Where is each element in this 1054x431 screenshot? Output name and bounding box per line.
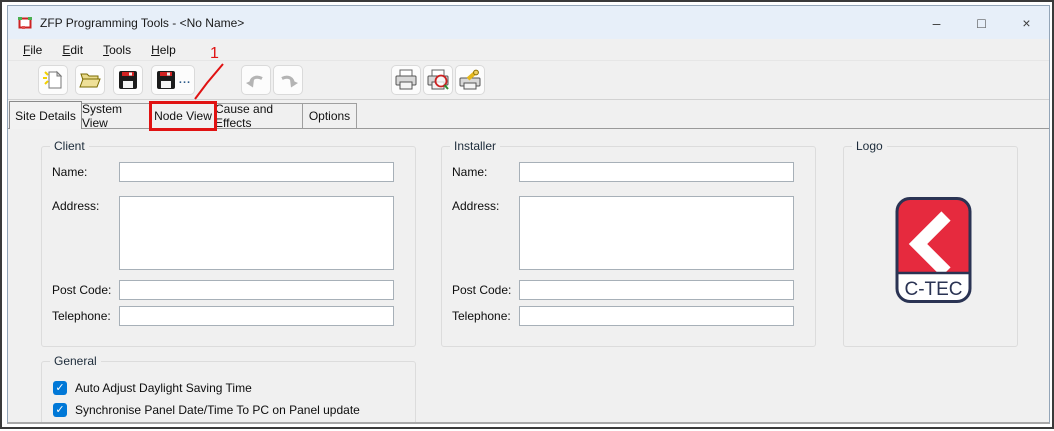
general-group-title: General (50, 354, 101, 368)
installer-name-label: Name: (452, 165, 487, 179)
dst-checkbox-row: ✓ Auto Adjust Daylight Saving Time (53, 381, 252, 395)
logo-group: Logo C-TEC (843, 146, 1018, 347)
installer-group-title: Installer (450, 139, 500, 153)
client-group: Client Name: Address: Post Code: Telepho… (41, 146, 416, 347)
window-title: ZFP Programming Tools - <No Name> (40, 16, 244, 30)
print-button[interactable] (391, 65, 421, 95)
open-button[interactable] (75, 65, 105, 95)
print-setup-button[interactable] (455, 65, 485, 95)
tab-node-view[interactable]: Node View (151, 103, 215, 128)
tab-node-view-label: Node View (154, 109, 212, 123)
tab-cause-and-effects[interactable]: Cause and Effects (214, 103, 303, 128)
maximize-button[interactable]: □ (959, 6, 1004, 39)
client-group-title: Client (50, 139, 89, 153)
client-postcode-input[interactable] (119, 280, 394, 300)
client-address-label: Address: (52, 199, 99, 213)
installer-postcode-label: Post Code: (452, 283, 511, 297)
save-button[interactable] (113, 65, 143, 95)
site-details-panel: Client Name: Address: Post Code: Telepho… (8, 129, 1049, 422)
installer-telephone-input[interactable] (519, 306, 794, 326)
menu-edit[interactable]: Edit (52, 41, 93, 59)
redo-button[interactable] (273, 65, 303, 95)
dst-checkbox[interactable]: ✓ (53, 381, 67, 395)
app-icon (17, 15, 33, 31)
tab-options[interactable]: Options (302, 103, 357, 128)
installer-address-input[interactable] (519, 196, 794, 270)
installer-address-label: Address: (452, 199, 499, 213)
tab-site-details[interactable]: Site Details (9, 101, 82, 129)
client-postcode-label: Post Code: (52, 283, 111, 297)
tab-system-view[interactable]: System View (81, 103, 152, 128)
tab-bar: Site Details System View Node View Cause… (8, 100, 1049, 129)
title-bar: ZFP Programming Tools - <No Name> – □ × (8, 6, 1049, 39)
logo-group-title: Logo (852, 139, 887, 153)
client-telephone-input[interactable] (119, 306, 394, 326)
toolbar: ... (8, 61, 1049, 100)
installer-name-input[interactable] (519, 162, 794, 182)
undo-button[interactable] (241, 65, 271, 95)
menu-file[interactable]: File (13, 41, 52, 59)
menu-tools[interactable]: Tools (93, 41, 141, 59)
installer-group: Installer Name: Address: Post Code: Tele… (441, 146, 816, 347)
close-button[interactable]: × (1004, 6, 1049, 39)
undo-arrow-icon (244, 70, 268, 90)
client-address-input[interactable] (119, 196, 394, 270)
minimize-button[interactable]: – (914, 6, 959, 39)
print-preview-button[interactable] (423, 65, 453, 95)
client-name-input[interactable] (119, 162, 394, 182)
client-name-label: Name: (52, 165, 87, 179)
save-as-floppy-icon (155, 69, 177, 91)
dst-checkbox-label: Auto Adjust Daylight Saving Time (75, 381, 252, 395)
new-button[interactable] (38, 65, 68, 95)
save-as-ellipsis: ... (179, 74, 191, 86)
sync-checkbox-row: ✓ Synchronise Panel Date/Time To PC on P… (53, 403, 360, 417)
save-as-button[interactable]: ... (151, 65, 195, 95)
print-setup-icon (458, 69, 482, 91)
menu-help[interactable]: Help (141, 41, 186, 59)
print-preview-icon (426, 69, 450, 91)
new-document-icon (41, 69, 65, 91)
ctec-logo-text: C-TEC (904, 279, 962, 300)
screenshot-frame: ZFP Programming Tools - <No Name> – □ × … (0, 0, 1054, 429)
app-window: ZFP Programming Tools - <No Name> – □ × … (7, 5, 1050, 424)
sync-checkbox-label: Synchronise Panel Date/Time To PC on Pan… (75, 403, 360, 417)
open-folder-icon (78, 69, 102, 91)
installer-telephone-label: Telephone: (452, 309, 511, 323)
sync-checkbox[interactable]: ✓ (53, 403, 67, 417)
redo-arrow-icon (276, 70, 300, 90)
menu-bar: File Edit Tools Help (8, 39, 1049, 61)
ctec-logo: C-TEC (895, 197, 972, 303)
save-floppy-icon (117, 69, 139, 91)
client-telephone-label: Telephone: (52, 309, 111, 323)
installer-postcode-input[interactable] (519, 280, 794, 300)
window-controls: – □ × (914, 6, 1049, 39)
print-icon (394, 69, 418, 91)
general-group: General ✓ Auto Adjust Daylight Saving Ti… (41, 361, 416, 422)
